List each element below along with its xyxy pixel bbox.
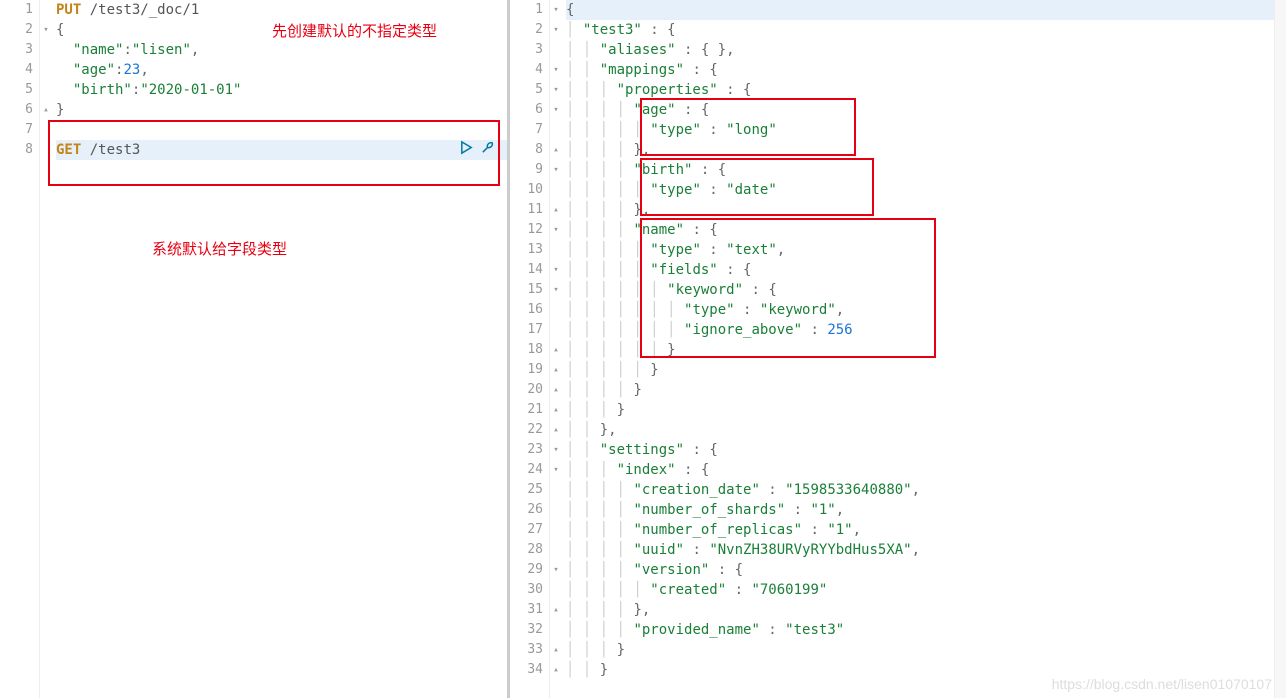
left-fold-gutter[interactable]: ▾▴ [40, 0, 52, 698]
watermark-text: https://blog.csdn.net/lisen01070107 [1052, 676, 1272, 692]
left-line-gutter: 12345678 [0, 0, 40, 698]
annotation-create-default: 先创建默认的不指定类型 [272, 22, 437, 42]
request-editor-panel[interactable]: 12345678 ▾▴ 先创建默认的不指定类型 系统默认给字段类型 PUT /t… [0, 0, 510, 698]
right-code-area: {│ "test3" : {│ │ "aliases" : { },│ │ "m… [562, 0, 1274, 698]
wrench-icon[interactable] [480, 140, 495, 161]
response-panel[interactable]: 1234567891011121314151617181920212223242… [510, 0, 1286, 698]
annotation-default-types: 系统默认给字段类型 [152, 240, 287, 260]
right-fold-gutter[interactable]: ▾▾▾▾▾▴▾▴▾▾▾▴▴▴▴▴▾▾▾▴▴▴ [550, 0, 562, 698]
right-line-gutter: 1234567891011121314151617181920212223242… [510, 0, 550, 698]
right-scrollbar[interactable] [1274, 0, 1286, 698]
left-code-area[interactable]: 先创建默认的不指定类型 系统默认给字段类型 PUT /test3/_doc/1{… [52, 0, 507, 698]
run-query-icon[interactable] [459, 140, 474, 161]
